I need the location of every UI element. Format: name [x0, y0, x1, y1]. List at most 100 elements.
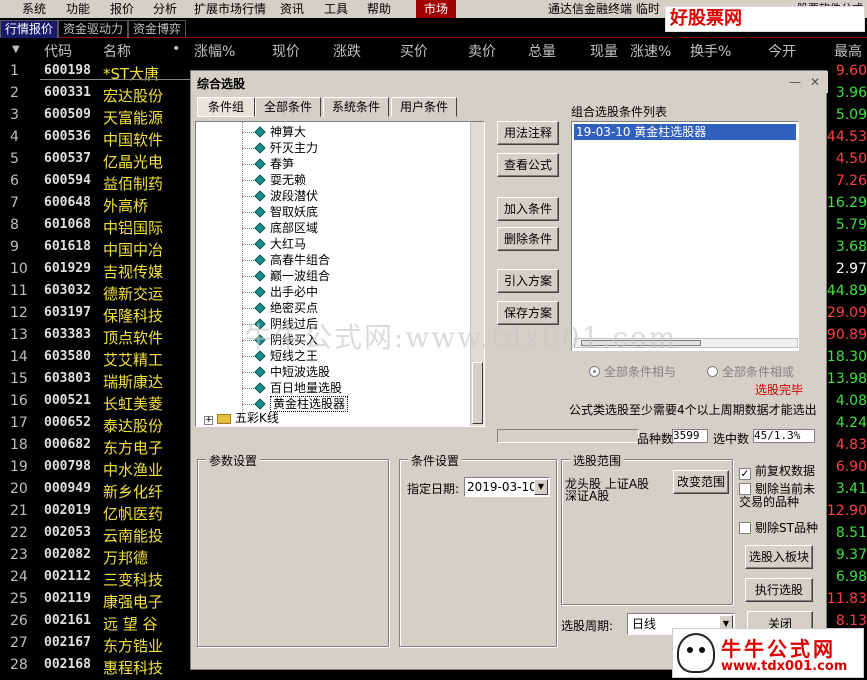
col-ask[interactable]: 卖价	[468, 41, 496, 61]
chk-exclude-untraded[interactable]: 剔除当前未交易的品种	[739, 483, 821, 509]
row-index: 13	[10, 327, 28, 343]
row-high: 6.90	[835, 459, 867, 475]
row-high: 44.89	[826, 283, 867, 299]
tree-node[interactable]: 百日地量选股	[254, 380, 342, 396]
menu-tools[interactable]: 工具	[324, 0, 348, 18]
row-name: 中水渔业	[103, 461, 164, 479]
tree-folder-candle[interactable]: + 五彩K线	[204, 410, 279, 426]
row-name: 新乡化纤	[103, 483, 164, 501]
subtab-system-conditions[interactable]: 系统条件	[323, 97, 389, 117]
tree-node[interactable]: 智取妖底	[254, 204, 318, 220]
notice-text: 公式类选股至少需要4个以上周期数据才能选出	[569, 403, 817, 417]
col-open[interactable]: 今开	[768, 41, 796, 61]
tree-node[interactable]: 底部区域	[254, 220, 318, 236]
broker-name: 通达信金融终端 临时	[548, 2, 660, 16]
tree-node[interactable]: 高春牛组合	[254, 252, 331, 268]
menu-help[interactable]: 帮助	[367, 0, 391, 18]
row-code: 601068	[44, 217, 91, 232]
tree-scrollbar[interactable]	[470, 122, 484, 426]
row-code: 603580	[44, 349, 91, 364]
add-condition-button[interactable]: 加入条件	[497, 197, 559, 221]
menu-system[interactable]: 系统	[22, 0, 46, 18]
dropdown-arrow-icon[interactable]: ▼	[534, 479, 548, 495]
col-change-pct[interactable]: 涨幅%	[194, 41, 235, 61]
tree-node[interactable]: 出手必中	[254, 284, 318, 300]
formula-gem-icon	[254, 366, 266, 378]
subtab-user-conditions[interactable]: 用户条件	[391, 97, 457, 117]
col-code[interactable]: 代码	[44, 41, 72, 61]
dialog-titlebar[interactable]: 综合选股 — ✕	[191, 71, 828, 93]
row-index: 15	[10, 371, 28, 387]
execute-screen-button[interactable]: 执行选股	[745, 578, 813, 602]
menu-market[interactable]: 市场	[416, 0, 457, 18]
sort-arrow-icon[interactable]: ▼	[12, 44, 20, 55]
tab-quote[interactable]: 行情报价	[0, 20, 59, 38]
condition-list-item[interactable]: 19-03-10 黄金柱选股器	[574, 124, 796, 140]
minimize-icon[interactable]: —	[787, 74, 803, 90]
subtab-condition-group[interactable]: 条件组	[197, 97, 255, 117]
tree-node[interactable]: 绝密买点	[254, 300, 318, 316]
cow-logo-icon	[677, 633, 715, 673]
col-change[interactable]: 涨跌	[333, 41, 361, 61]
col-current-volume[interactable]: 现量	[590, 41, 618, 61]
row-name: 东方锆业	[103, 637, 164, 655]
col-bid[interactable]: 买价	[400, 41, 428, 61]
col-volume[interactable]: 总量	[528, 41, 556, 61]
tab-fund-game[interactable]: 资金博弈	[128, 20, 187, 38]
row-index: 10	[10, 261, 28, 277]
row-index: 27	[10, 635, 28, 651]
status-done: 选股完毕	[755, 383, 804, 397]
delete-condition-button[interactable]: 删除条件	[497, 227, 559, 251]
row-name: 远 望 谷	[103, 615, 158, 633]
close-icon[interactable]: ✕	[807, 74, 823, 90]
chk-exclude-st[interactable]: 剔除ST品种	[739, 519, 818, 536]
chk-prerestore[interactable]: ✓ 前复权数据	[739, 462, 815, 480]
tree-node-label: 春笋	[270, 157, 295, 171]
col-speed[interactable]: 涨速%	[630, 41, 671, 61]
row-code: 000521	[44, 393, 91, 408]
view-formula-button[interactable]: 查看公式	[497, 153, 559, 177]
tree-node[interactable]: 歼灭主力	[254, 140, 318, 156]
usage-notes-button[interactable]: 用法注释	[497, 121, 559, 145]
row-high: 5.79	[835, 217, 867, 233]
radio-all-or[interactable]: 全部条件相或	[707, 363, 794, 380]
change-range-button[interactable]: 改变范围	[673, 470, 729, 494]
row-code: 600198	[44, 63, 91, 78]
col-name[interactable]: 名称	[103, 41, 131, 61]
col-price[interactable]: 现价	[272, 41, 300, 61]
col-dot-icon: •	[172, 41, 181, 57]
row-name: 惠程科技	[103, 659, 164, 677]
row-high: 4.08	[835, 393, 867, 409]
tree-node[interactable]: 巅一波组合	[254, 268, 330, 284]
tree-node[interactable]: 波段潜伏	[254, 188, 318, 204]
tree-node[interactable]: 神算大	[254, 124, 306, 140]
tree-node[interactable]: 耍无赖	[254, 172, 306, 188]
row-name: 顶点软件	[103, 329, 164, 347]
tree-node[interactable]: 春笋	[254, 156, 295, 172]
row-code: 000949	[44, 481, 91, 496]
menu-analysis[interactable]: 分析	[153, 0, 177, 18]
add-to-block-button[interactable]: 选股入板块	[745, 545, 813, 569]
radio-all-and[interactable]: 全部条件相与	[589, 363, 676, 380]
row-index: 12	[10, 305, 28, 321]
tab-fund-drive[interactable]: 资金驱动力	[58, 20, 129, 38]
tree-node[interactable]: 中短波选股	[254, 364, 330, 380]
subtab-all-conditions[interactable]: 全部条件	[255, 97, 321, 117]
row-code: 002053	[44, 525, 91, 540]
col-high[interactable]: 最高	[834, 41, 862, 61]
row-high: 13.98	[826, 371, 867, 387]
tree-scroll-thumb[interactable]	[472, 362, 483, 424]
tree-node-label: 高春牛组合	[270, 253, 331, 267]
tree-node[interactable]: 大红马	[254, 236, 306, 252]
row-high: 9.60	[835, 63, 867, 79]
date-select[interactable]: 2019-03-10 ▼	[464, 477, 550, 497]
col-turnover[interactable]: 换手%	[690, 41, 731, 61]
row-high: 11.83	[826, 591, 867, 607]
condition-tree[interactable]: 神算大 歼灭主力 春笋 耍无赖 波段潜伏 智取妖底 底部区域 大红马 高春牛组合 巅一波组合 出手必…	[195, 121, 485, 427]
expand-plus-icon[interactable]: +	[204, 416, 213, 425]
menu-extended-market[interactable]: 扩展市场行情	[194, 0, 266, 18]
menu-function[interactable]: 功能	[66, 0, 90, 18]
menu-news[interactable]: 资讯	[280, 0, 304, 18]
import-plan-button[interactable]: 引入方案	[497, 269, 559, 293]
menu-quote[interactable]: 报价	[110, 0, 134, 18]
